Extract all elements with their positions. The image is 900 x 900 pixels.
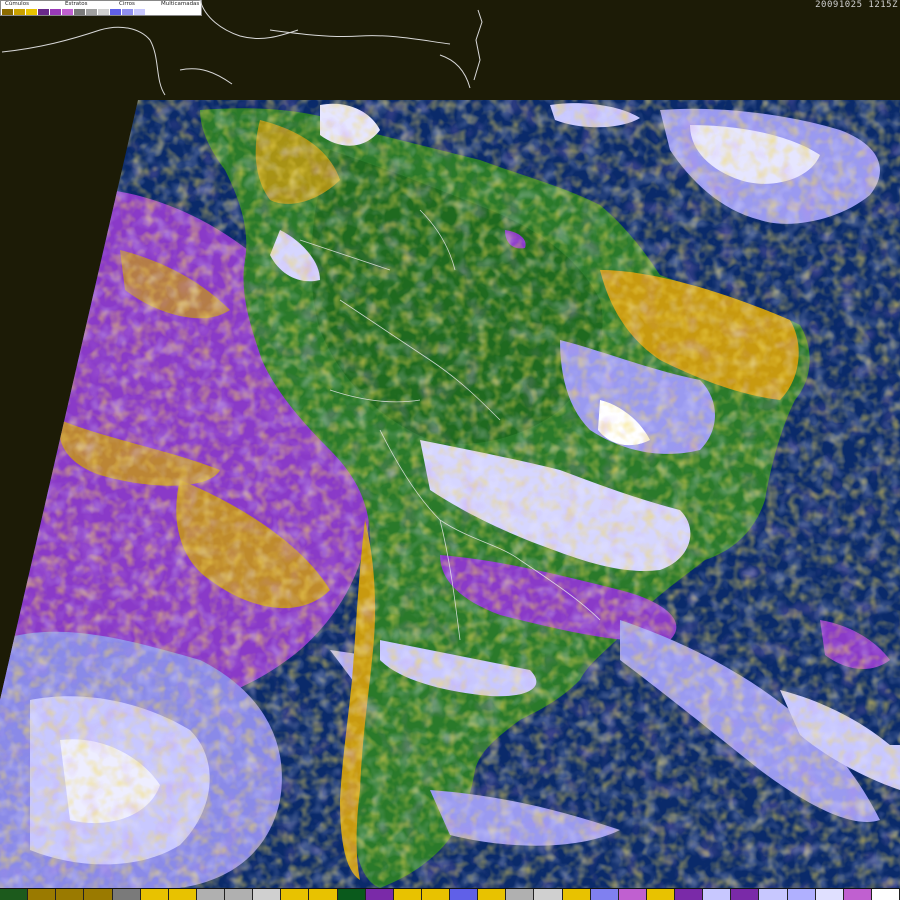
color-bar-segment [759, 889, 788, 900]
cirrus-texture [0, 100, 900, 890]
caribbean-coastline [1, 0, 483, 96]
color-bar-segment [731, 889, 760, 900]
color-bar-segment [421, 889, 450, 900]
color-bar-segment [28, 889, 57, 900]
color-bar-segment [450, 889, 479, 900]
satellite-image [0, 0, 900, 890]
color-bar-segment [478, 889, 507, 900]
color-bar-segment [843, 889, 872, 900]
color-bar-segment [281, 889, 310, 900]
color-bar-segment [84, 889, 113, 900]
color-bar-segment [590, 889, 619, 900]
color-bar-segment [562, 889, 591, 900]
color-bar-segment [703, 889, 732, 900]
color-bar-segment [871, 889, 900, 900]
color-bar-segment [506, 889, 535, 900]
color-bar-segment [140, 889, 169, 900]
bottom-color-bar [0, 888, 900, 900]
color-bar-segment [534, 889, 563, 900]
color-bar-segment [56, 889, 85, 900]
color-bar-segment [815, 889, 844, 900]
color-bar-segment [787, 889, 816, 900]
color-bar-segment [309, 889, 338, 900]
color-bar-segment [337, 889, 366, 900]
color-bar-segment [253, 889, 282, 900]
color-bar-segment [365, 889, 394, 900]
color-bar-segment [0, 889, 29, 900]
color-bar-segment [393, 889, 422, 900]
color-bar-segment [112, 889, 141, 900]
color-bar-segment [646, 889, 675, 900]
color-bar-segment [168, 889, 197, 900]
color-bar-segment [225, 889, 254, 900]
color-bar-segment [196, 889, 225, 900]
color-bar-segment [618, 889, 647, 900]
color-bar-segment [675, 889, 704, 900]
